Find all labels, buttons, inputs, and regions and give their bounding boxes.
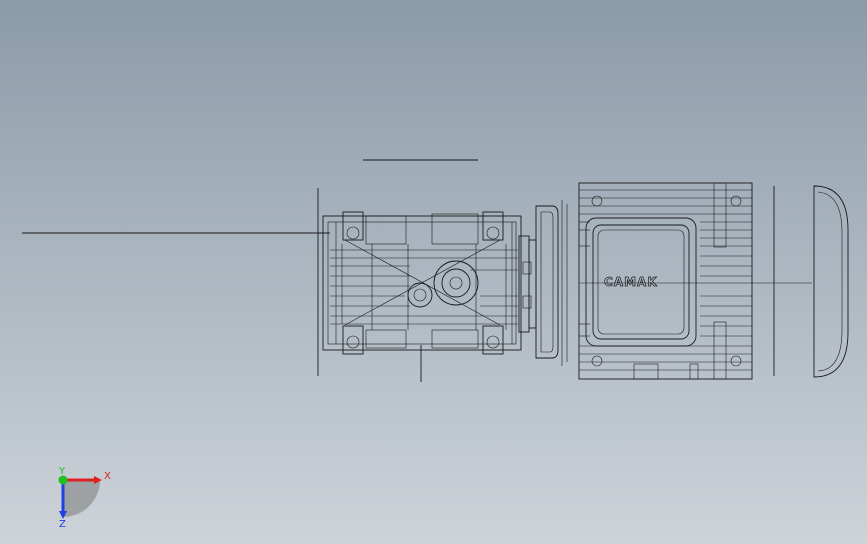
model-drawing: CAMAK X Y Z <box>22 159 849 530</box>
cad-viewport[interactable]: CAMAK X Y Z <box>0 0 867 544</box>
fan-cover-inner <box>817 191 843 372</box>
gearbox <box>322 211 537 355</box>
motor-body: CAMAK <box>578 182 812 380</box>
fan-cover <box>813 185 849 378</box>
axis-triad[interactable]: X Y Z <box>58 466 111 530</box>
adapter-flange <box>535 200 568 366</box>
x-axis-label: X <box>104 471 111 482</box>
y-axis-label: Y <box>58 466 66 477</box>
z-axis-label: Z <box>59 519 66 530</box>
triad-plane <box>63 480 100 517</box>
brand-text: CAMAK <box>604 275 658 289</box>
